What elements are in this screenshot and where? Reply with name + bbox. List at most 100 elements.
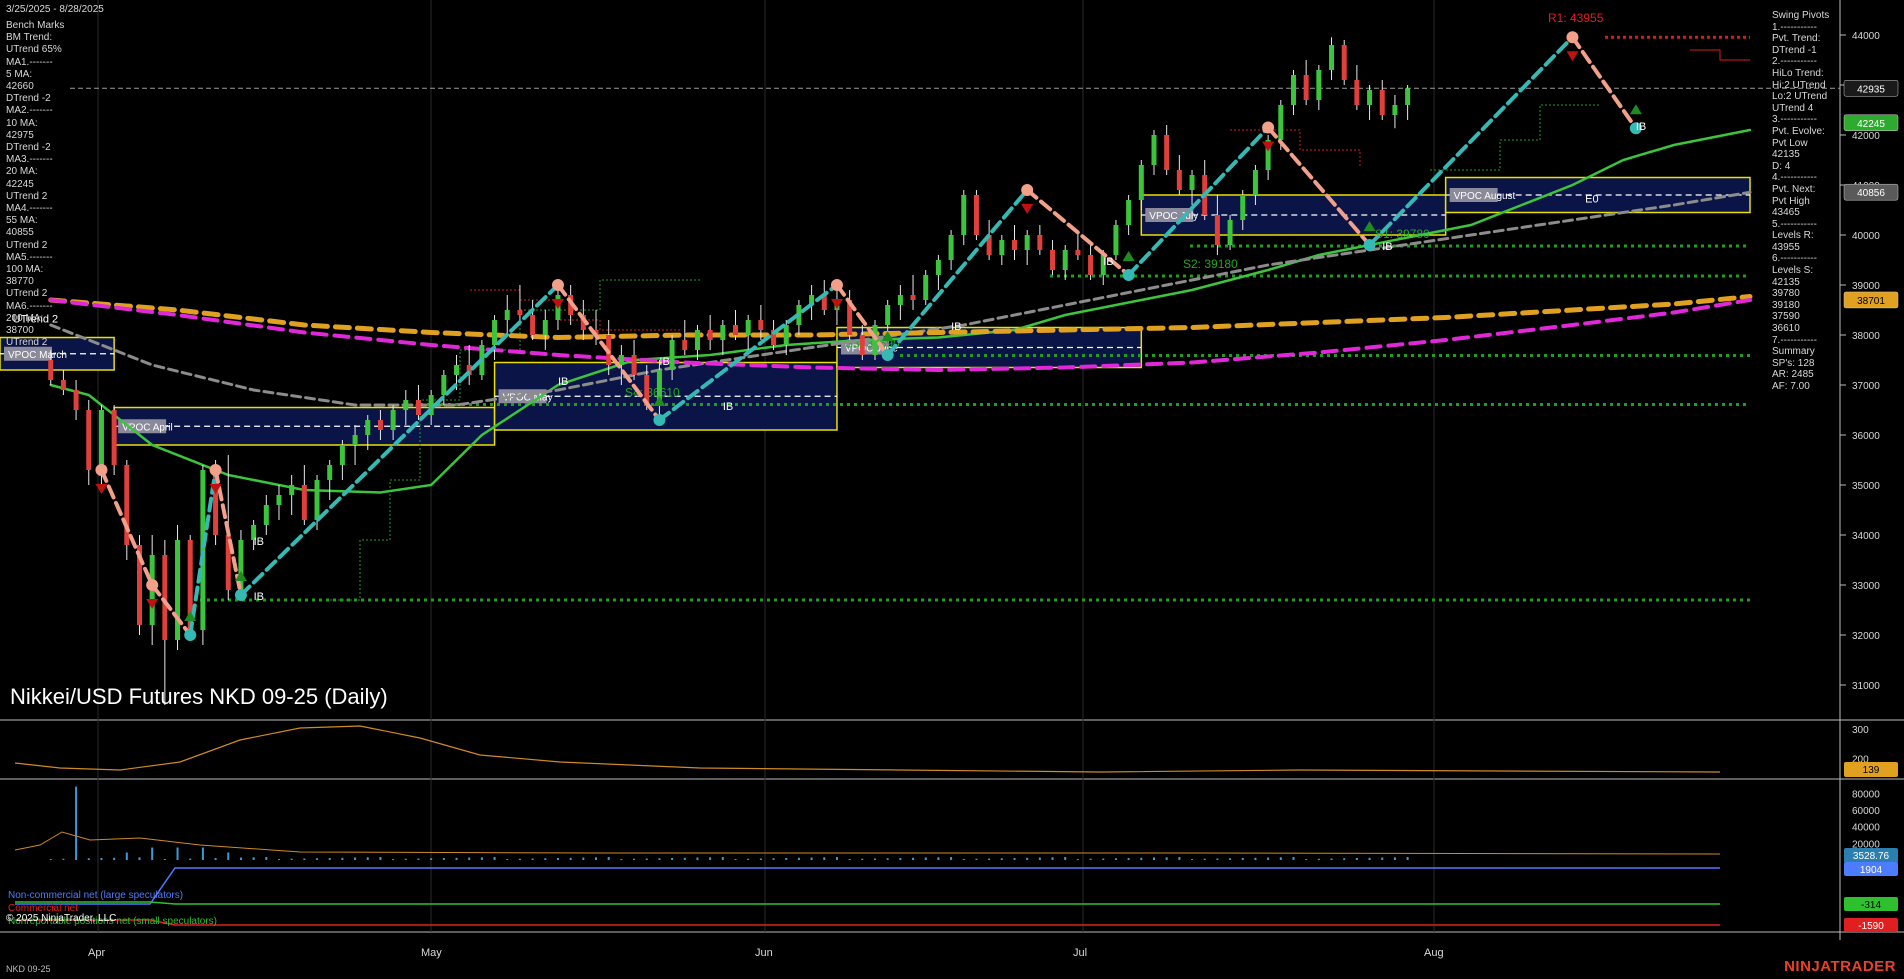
x-tick-label: Apr [88, 947, 105, 959]
candle-body [48, 360, 54, 380]
price-chart[interactable]: VPOC AprilVPOC MayVPOC JuneVPOC JulyVPOC… [0, 0, 1904, 979]
price-tag: 3528.76 [1853, 851, 1890, 862]
pattern-label: IB [1636, 121, 1646, 133]
copyright-text: © 2025 NinjaTrader, LLC [6, 913, 117, 924]
bench-line: BM Trend: [6, 32, 53, 44]
swing-high-marker [209, 464, 222, 476]
vpoc-label: VPOC July [1149, 211, 1198, 222]
bench-line: 5 MA: [6, 68, 33, 80]
candle-body [1037, 235, 1043, 250]
sell-signal-triangle [146, 599, 159, 609]
pivot-line: 5.----------- [1772, 218, 1817, 230]
candle-body [720, 325, 726, 340]
candle-body [352, 435, 358, 445]
bench-line: DTrend -2 [6, 142, 51, 154]
sell-signal-triangle [95, 484, 108, 494]
pivot-line: HiLo Trend: [1772, 67, 1824, 79]
candle-body [1050, 250, 1056, 270]
pattern-label: IB [659, 356, 669, 368]
commercial-line [15, 919, 1720, 926]
candle-body [339, 445, 345, 465]
candle-body [948, 235, 954, 260]
candle-body [859, 335, 865, 355]
bench-line: 40855 [6, 227, 34, 239]
candle-body [1392, 105, 1398, 115]
y-tick-label: 38000 [1852, 331, 1880, 342]
pivot-line: 4.----------- [1772, 172, 1817, 184]
candle-body [124, 465, 130, 545]
support-resistance-levels: S1: 39780S2: 39180S3: 37590S4: 36610R1: … [200, 11, 1750, 602]
candle-body [1367, 90, 1373, 105]
pivot-line: Swing Pivots [1772, 10, 1830, 21]
swing-high-marker [95, 464, 108, 476]
x-tick-label: May [421, 947, 442, 959]
candle-body [1405, 88, 1411, 105]
pattern-label: IB [254, 536, 264, 548]
pattern-label: IB [951, 321, 961, 333]
bench-marks-lines: BM Trend: UTrend 65% MA1.------- 5 MA: 42660… [6, 32, 88, 349]
candle-body [454, 365, 460, 375]
sell-signal-triangle [1262, 141, 1275, 152]
price-tag: 42935 [1857, 84, 1885, 95]
pivot-line: 6.----------- [1772, 253, 1817, 265]
candle-body [1075, 250, 1081, 255]
trailing-stop-up [1430, 104, 1600, 171]
candle-body [276, 495, 282, 505]
pivot-line: 42135 [1772, 149, 1800, 161]
candle-body [1290, 75, 1296, 105]
candle-body [1341, 45, 1347, 80]
candle-body [542, 320, 548, 335]
price-tag: 42245 [1857, 119, 1885, 130]
candle-body [1176, 170, 1182, 190]
pattern-label: IB [1382, 241, 1392, 253]
candle-body [897, 295, 903, 305]
candle-body [1088, 255, 1094, 275]
pivot-line: Pvt. Next: [1772, 183, 1816, 195]
swing-pivots-panel: Swing Pivots 1.----------- Pvt. Trend: DTre… [1772, 10, 1842, 393]
pivot-line: 2.----------- [1772, 56, 1817, 68]
bench-line: 42975 [6, 129, 34, 141]
bench-line: MA1.------- [6, 56, 53, 68]
y-tick-label: 34000 [1852, 531, 1880, 542]
y-tick-label: 40000 [1852, 823, 1880, 834]
y-tick-label: 35000 [1852, 481, 1880, 492]
candle-body [403, 400, 409, 410]
candle-body [631, 355, 637, 375]
candle-body [910, 295, 916, 300]
bench-line: 38770 [6, 276, 34, 288]
swing-low-marker [184, 629, 197, 641]
bench-line: 200 MA: [6, 312, 44, 324]
y-tick-label: 31000 [1852, 681, 1880, 692]
pivot-line: D: 4 [1772, 160, 1791, 172]
swing-high-marker [1262, 121, 1275, 134]
bench-line: MA4.------- [6, 203, 53, 215]
pivot-line: Pvt. Evolve: [1772, 125, 1825, 137]
pivot-line: 39180 [1772, 299, 1800, 311]
candle-body [1062, 250, 1068, 270]
volume-average-line [14, 831, 1721, 855]
y-tick-label: 60000 [1852, 806, 1880, 817]
candle-body [60, 380, 66, 390]
pivot-line: Summary [1772, 346, 1815, 358]
x-tick-label: Jun [755, 947, 773, 959]
bench-line: 20 MA: [6, 166, 38, 178]
bench-marks-panel: Bench Marks BM Trend: UTrend 65% MA1.-----… [6, 20, 88, 349]
candle-body [517, 310, 523, 315]
y-tick-label: 36000 [1852, 431, 1880, 442]
price-tag: 38701 [1857, 296, 1885, 307]
resistance-label: R1: 43955 [1548, 11, 1604, 25]
candle-body [618, 355, 624, 365]
candle-body [301, 485, 307, 520]
swing-low-marker [1363, 239, 1376, 251]
pivot-line: DTrend -1 [1772, 44, 1817, 56]
y-tick-label: 42000 [1852, 131, 1880, 142]
bench-line: MA6.------- [6, 300, 53, 312]
trailing-stop-down [1690, 49, 1750, 61]
candle-body [441, 375, 447, 395]
price-tag: 139 [1863, 765, 1880, 776]
candle-body [1189, 175, 1195, 190]
pivot-line: Pvt. Trend: [1772, 33, 1821, 45]
candle-body [783, 325, 789, 345]
candle-body [733, 325, 739, 335]
ninjatrader-logo: NINJATRADER [1784, 958, 1896, 975]
